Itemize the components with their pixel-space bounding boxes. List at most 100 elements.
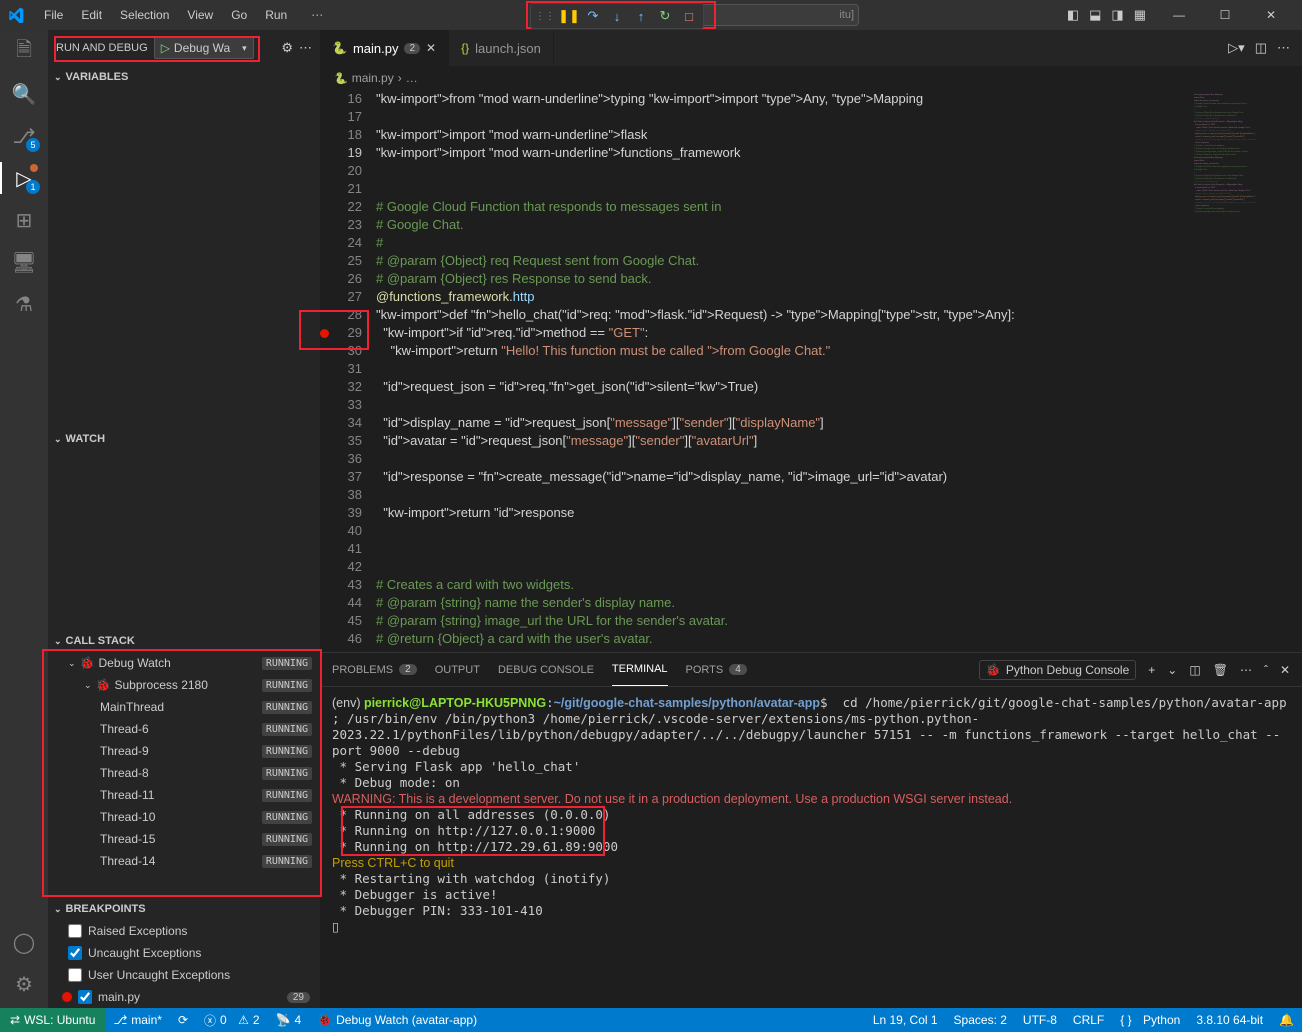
remote-explorer-icon[interactable]: 🖥 [10, 248, 38, 276]
line-number[interactable]: 43 [320, 576, 362, 594]
line-number[interactable]: 18 [320, 126, 362, 144]
code-line[interactable] [376, 162, 1192, 180]
menu-selection[interactable]: Selection [112, 4, 177, 26]
python-interpreter[interactable]: 3.8.10 64-bit [1188, 1013, 1271, 1027]
debug-config-select[interactable]: ▷ Debug Wa ▾ [154, 37, 254, 59]
breakpoint-category[interactable]: User Uncaught Exceptions [48, 964, 320, 986]
code-line[interactable]: "kw-import">import "mod warn-underline">… [376, 126, 1192, 144]
window-close-icon[interactable]: ✕ [1248, 0, 1294, 30]
accounts-icon[interactable]: ◯ [10, 928, 38, 956]
breakpoint-checkbox[interactable] [78, 990, 92, 1004]
line-number[interactable]: 42 [320, 558, 362, 576]
code-line[interactable] [376, 180, 1192, 198]
code-line[interactable]: # [376, 234, 1192, 252]
testing-icon[interactable]: ⚗ [10, 290, 38, 318]
line-number[interactable]: 17 [320, 108, 362, 126]
code-line[interactable]: # Creates a card with two widgets. [376, 576, 1192, 594]
line-number[interactable]: 28 [320, 306, 362, 324]
search-icon[interactable]: 🔍 [10, 80, 38, 108]
menu-edit[interactable]: Edit [73, 4, 110, 26]
menu-overflow-icon[interactable]: ⋯ [303, 4, 331, 26]
indentation[interactable]: Spaces: 2 [946, 1013, 1015, 1027]
callstack-row[interactable]: Thread-11RUNNING [48, 784, 320, 806]
line-number[interactable]: 27 [320, 288, 362, 306]
breakpoint-dot-icon[interactable] [320, 329, 329, 338]
callstack-row[interactable]: MainThreadRUNNING [48, 696, 320, 718]
line-number[interactable]: 33 [320, 396, 362, 414]
code-line[interactable]: "kw-import">import "mod warn-underline">… [376, 144, 1192, 162]
line-number[interactable]: 34 [320, 414, 362, 432]
menu-file[interactable]: File [36, 4, 71, 26]
line-number[interactable]: 22 [320, 198, 362, 216]
code-line[interactable]: # Google Chat. [376, 216, 1192, 234]
code-line[interactable]: @functions_framework.http [376, 288, 1192, 306]
code-line[interactable]: # @param {string} image_url the URL for … [376, 612, 1192, 630]
editor-tab[interactable]: {}launch.json [449, 30, 554, 66]
breakpoint-checkbox[interactable] [68, 968, 82, 982]
callstack-row[interactable]: ⌄🐞Debug WatchRUNNING [48, 652, 320, 674]
breakpoints-section-header[interactable]: ⌄ BREAKPOINTS [48, 898, 320, 920]
code-line[interactable] [376, 108, 1192, 126]
git-branch[interactable]: ⎇main* [105, 1008, 170, 1032]
debug-more-icon[interactable]: ⋯ [299, 40, 312, 56]
code-line[interactable]: # @param {string} name the sender's disp… [376, 594, 1192, 612]
source-control-icon[interactable]: ⎇5 [10, 122, 38, 150]
ports-status[interactable]: 📡4 [268, 1008, 310, 1032]
code-editor[interactable]: 1617181920212223242526272829303132333435… [320, 90, 1302, 652]
breadcrumb[interactable]: 🐍 main.py › … [320, 66, 1302, 90]
code-line[interactable]: "kw-import">return "Hello! This function… [376, 342, 1192, 360]
line-number[interactable]: 41 [320, 540, 362, 558]
terminal-profile-select[interactable]: 🐞 Python Debug Console [979, 660, 1136, 680]
code-line[interactable] [376, 360, 1192, 378]
callstack-section-header[interactable]: ⌄ CALL STACK [48, 630, 320, 652]
line-number[interactable]: 19 [320, 144, 362, 162]
debug-toolbar-grip-icon[interactable]: ⋮⋮ [535, 11, 555, 22]
code-line[interactable]: "id">avatar = "id">request_json["message… [376, 432, 1192, 450]
code-line[interactable] [376, 558, 1192, 576]
notifications-icon[interactable]: 🔔 [1271, 1013, 1302, 1027]
menu-view[interactable]: View [179, 4, 221, 26]
extensions-icon[interactable]: ⊞ [10, 206, 38, 234]
remote-indicator[interactable]: ⇄WSL: Ubuntu [0, 1008, 105, 1032]
panel-maximize-icon[interactable]: ˆ [1264, 663, 1268, 677]
debug-start-icon[interactable]: ▷ [161, 41, 170, 55]
menu-go[interactable]: Go [223, 4, 255, 26]
breakpoint-category[interactable]: Uncaught Exceptions [48, 942, 320, 964]
breakpoint-file-row[interactable]: main.py29 [48, 986, 320, 1008]
callstack-row[interactable]: Thread-9RUNNING [48, 740, 320, 762]
run-editor-icon[interactable]: ▷▾ [1228, 40, 1245, 56]
line-number[interactable]: 40 [320, 522, 362, 540]
window-minimize-icon[interactable]: — [1156, 0, 1202, 30]
window-maximize-icon[interactable]: ☐ [1202, 0, 1248, 30]
line-number[interactable]: 24 [320, 234, 362, 252]
restart-icon[interactable]: ↻ [655, 6, 675, 26]
split-terminal-icon[interactable]: ◫ [1189, 663, 1200, 677]
layout-sidebar-icon[interactable]: ◧ [1067, 7, 1079, 23]
minimap[interactable]: from typing import Any, Mappingimport fl… [1192, 90, 1302, 652]
step-into-icon[interactable]: ↓ [607, 6, 627, 26]
split-editor-icon[interactable]: ◫ [1255, 40, 1267, 56]
menu-run[interactable]: Run [257, 4, 295, 26]
editor-more-icon[interactable]: ⋯ [1277, 40, 1290, 56]
code-line[interactable]: # Google Cloud Function that responds to… [376, 198, 1192, 216]
line-number[interactable]: 21 [320, 180, 362, 198]
callstack-row[interactable]: Thread-14RUNNING [48, 850, 320, 872]
watch-section-header[interactable]: ⌄ WATCH [48, 428, 320, 450]
line-number[interactable]: 38 [320, 486, 362, 504]
debug-settings-gear-icon[interactable]: ⚙ [281, 40, 293, 56]
code-line[interactable]: # @param {Object} res Response to send b… [376, 270, 1192, 288]
code-line[interactable] [376, 396, 1192, 414]
breakpoint-checkbox[interactable] [68, 924, 82, 938]
code-line[interactable]: "kw-import">return "id">response [376, 504, 1192, 522]
code-line[interactable] [376, 522, 1192, 540]
panel-tab[interactable]: DEBUG CONSOLE [498, 653, 594, 686]
callstack-row[interactable]: Thread-6RUNNING [48, 718, 320, 740]
layout-customize-icon[interactable]: ▦ [1134, 7, 1146, 23]
panel-tab[interactable]: TERMINAL [612, 653, 668, 686]
line-number[interactable]: 20 [320, 162, 362, 180]
line-number[interactable]: 31 [320, 360, 362, 378]
line-number[interactable]: 23 [320, 216, 362, 234]
line-number[interactable]: 35 [320, 432, 362, 450]
panel-more-icon[interactable]: ⋯ [1240, 663, 1252, 677]
code-line[interactable]: "id">request_json = "id">req."fn">get_js… [376, 378, 1192, 396]
